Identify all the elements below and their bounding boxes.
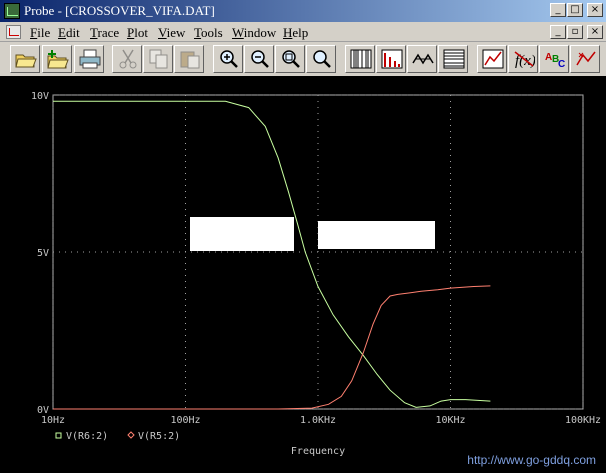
log-x-axis-icon: [350, 49, 372, 69]
text-label-button[interactable]: ABC: [539, 45, 569, 73]
zoom-out-icon: [251, 50, 269, 68]
print-icon: [79, 49, 101, 69]
copy-button[interactable]: [143, 45, 173, 73]
open-file-button[interactable]: [10, 45, 40, 73]
zoom-in-button[interactable]: [213, 45, 243, 73]
minimize-button[interactable]: _: [550, 3, 566, 17]
paste-button[interactable]: [174, 45, 204, 73]
menu-tools[interactable]: Tools: [194, 25, 223, 41]
frequency-response-chart[interactable]: 0V5V10V10Hz 100Hz 1.0KHz 10KHz 100KHzFrequen…: [0, 76, 606, 473]
menu-edit[interactable]: Edit: [58, 25, 80, 41]
menu-bar: File Edit Trace Plot View Tools Window H…: [0, 22, 606, 42]
menu-file[interactable]: File: [30, 25, 50, 41]
close-button[interactable]: ×: [587, 3, 603, 17]
window-title: Probe - [CROSSOVER_VIFA.DAT]: [24, 3, 215, 18]
performance-analysis-icon: [412, 53, 434, 65]
log-y-axis-button[interactable]: [438, 45, 468, 73]
mark-data-points-button[interactable]: [570, 45, 600, 73]
eval-goal-function-icon: f(x): [514, 51, 535, 69]
legend-label: V(R5:2): [138, 431, 180, 442]
zoom-in-icon: [220, 50, 238, 68]
copy-icon: [149, 49, 168, 69]
append-file-button[interactable]: [42, 45, 72, 73]
open-file-icon: [15, 54, 37, 68]
document-icon[interactable]: [6, 25, 21, 39]
paste-icon: [180, 51, 200, 69]
zoom-fit-icon: [313, 50, 331, 68]
watermark-text: http://www.go-gddq.com: [467, 453, 596, 467]
svg-text:C: C: [558, 59, 565, 69]
x-tick-label: 1.0KHz: [300, 415, 336, 426]
menu-help[interactable]: Help: [283, 25, 308, 41]
fourier-icon: [381, 49, 403, 69]
doc-close-button[interactable]: ×: [587, 25, 603, 39]
doc-restore-button[interactable]: ▫: [567, 25, 583, 39]
svg-text:f(x): f(x): [515, 53, 535, 69]
doc-minimize-button[interactable]: _: [550, 25, 566, 39]
print-button[interactable]: [74, 45, 104, 73]
x-tick-label: 10KHz: [435, 415, 465, 426]
append-file-icon: [47, 50, 69, 69]
series-line-1: [53, 100, 491, 408]
occluding-box-left: [190, 217, 294, 251]
x-tick-label: 100Hz: [170, 415, 200, 426]
series-line-2: [53, 285, 491, 410]
legend-marker-square: [55, 432, 62, 439]
text-label-icon: A BC: [545, 52, 565, 69]
cut-icon: [119, 49, 137, 69]
add-trace-icon: [482, 49, 504, 69]
zoom-fit-button[interactable]: [306, 45, 336, 73]
menu-view[interactable]: View: [158, 25, 185, 41]
zoom-area-icon: [282, 50, 300, 68]
x-axis-label: Frequency: [291, 446, 345, 457]
fourier-button[interactable]: [376, 45, 406, 73]
log-y-axis-icon: [443, 49, 465, 69]
occluding-box-right: [318, 221, 435, 249]
eval-goal-function-button[interactable]: f(x): [508, 45, 538, 73]
title-bar: Probe - [CROSSOVER_VIFA.DAT] _ □ ×: [0, 0, 606, 22]
menu-plot[interactable]: Plot: [127, 25, 148, 41]
zoom-out-button[interactable]: [244, 45, 274, 73]
legend-marker-diamond: [127, 431, 135, 439]
cut-button[interactable]: [112, 45, 142, 73]
add-trace-button[interactable]: [477, 45, 507, 73]
zoom-area-button[interactable]: [275, 45, 305, 73]
menu-window[interactable]: Window: [232, 25, 276, 41]
y-tick-label: 10V: [31, 91, 49, 102]
mark-data-points-icon: [576, 51, 596, 66]
x-tick-label: 100KHz: [565, 415, 601, 426]
log-x-axis-button[interactable]: [345, 45, 375, 73]
menu-trace[interactable]: Trace: [90, 25, 119, 41]
probe-app-icon[interactable]: [4, 3, 20, 19]
plot-window: 0V 5V 10V 10Hz 100Hz 1.0KHz 10KHz 100KHz Frequen…: [0, 76, 606, 473]
maximize-button[interactable]: □: [567, 3, 583, 17]
toolbar: f(x) ABC: [0, 43, 606, 75]
y-tick-label: 5V: [37, 248, 49, 259]
x-tick-label: 10Hz: [41, 415, 65, 426]
performance-analysis-button[interactable]: [407, 45, 437, 73]
legend-label: V(R6:2): [66, 431, 108, 442]
